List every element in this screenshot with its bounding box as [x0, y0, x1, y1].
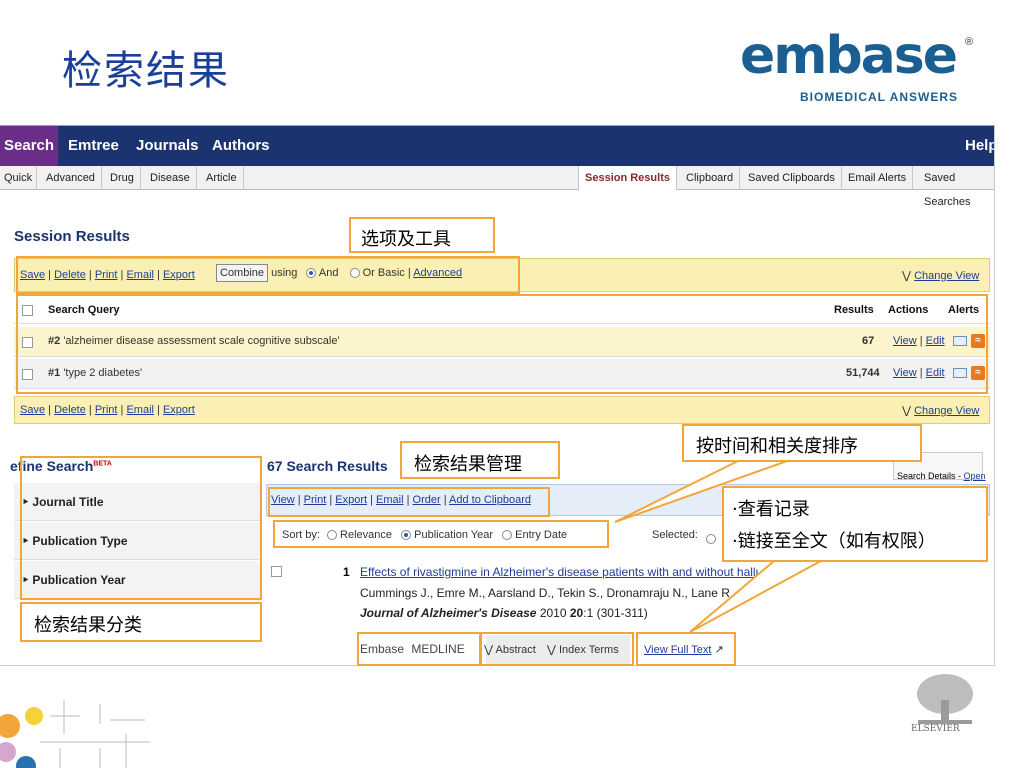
decorative-dots: [0, 700, 150, 768]
callout-options-tools: 选项及工具: [349, 217, 495, 253]
callout-sort-note: 按时间和相关度排序: [682, 424, 922, 462]
callout-pointers: [614, 459, 831, 633]
deco-dot-orange: [0, 714, 20, 738]
callout-result-management: 检索结果管理: [400, 441, 560, 479]
deco-dot-yellow: [25, 707, 43, 725]
elsevier-tree-logo: [917, 674, 973, 724]
tree-trunk: [941, 700, 949, 722]
callout-record-actions: ·查看记录 ·链接至全文（如有权限）: [722, 486, 988, 562]
deco-dot-blue: [16, 756, 36, 768]
deco-dot-pink: [0, 742, 16, 762]
pointer-fulltext: [689, 555, 831, 633]
callout-link-fulltext: ·链接至全文（如有权限）: [732, 531, 936, 552]
elsevier-wordmark: ELSEVIER: [911, 724, 960, 734]
callout-view-record: ·查看记录: [732, 499, 810, 520]
callout-categories: 检索结果分类: [20, 602, 262, 642]
